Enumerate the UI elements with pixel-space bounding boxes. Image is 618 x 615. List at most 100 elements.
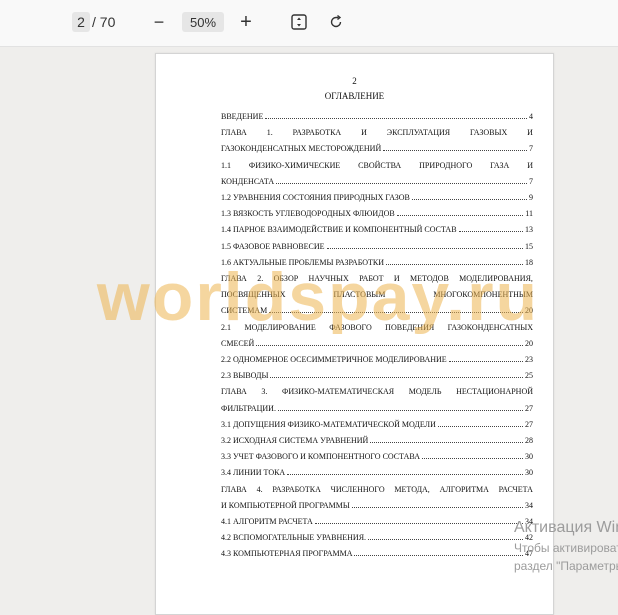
toc-entry-text: ГЛАВА 4. РАЗРАБОТКА ЧИСЛЕННОГО МЕТОДА, АЛГОРИ… [221, 484, 533, 494]
toc-entry-page: 15 [525, 241, 533, 251]
toc-entry: 1.1 ФИЗИКО-ХИМИЧЕСКИЕ СВОЙСТВА ПРИРОДНОГО ГА… [221, 158, 533, 170]
toc-leader-dots [276, 181, 527, 184]
toc-entry-text: 3.4 ЛИНИИ ТОКА [221, 468, 286, 478]
fit-page-button[interactable] [290, 12, 308, 32]
toc-entry-page: 20 [525, 306, 533, 316]
toc-leader-dots [354, 553, 523, 557]
activation-subtitle-1: Чтобы активировать Windows, перейдите в [514, 541, 618, 555]
toc-entry-text: 1.4 ПАРНОЕ ВЗАИМОДЕЙСТВИЕ И КОМПОНЕНТНЫЙ… [221, 225, 457, 235]
toc-entry-page: 27 [525, 403, 533, 413]
toc-entry-page: 27 [525, 419, 533, 429]
toc-entry: ПОСВЯЩЕННЫХ ПЛАСТОВЫМ МНОГОКОМПОНЕНТНЫМ [221, 287, 533, 299]
toc-entry: СИСТЕМАМ 20 [221, 303, 533, 315]
toc-leader-dots [458, 229, 523, 233]
toc-entry: И КОМПЬЮТЕРНОЙ ПРОГРАММЫ 34 [221, 498, 533, 510]
toc-entry-page: 23 [525, 355, 533, 364]
toc-entry-page: 30 [525, 452, 533, 462]
page-total-label: / 70 [92, 14, 116, 30]
toc-entry: 4.3 КОМПЬЮТЕРНАЯ ПРОГРАММА 47 [221, 546, 533, 558]
toc-entry-text: 3.3 УЧЕТ ФАЗОВОГО И КОМПОНЕНТНОГО СОСТАВ… [221, 452, 420, 462]
toc-entry-text: И КОМПЬЮТЕРНОЙ ПРОГРАММЫ [221, 500, 350, 510]
toc-entry-text: 1.3 ВЯЗКОСТЬ УГЛЕВОДОРОДНЫХ ФЛЮИДОВ [221, 209, 395, 219]
toc-leader-dots [277, 408, 523, 411]
activation-subtitle-2: раздел "Параметры". [514, 559, 618, 573]
toc-leader-dots [411, 197, 527, 200]
toc-entry: ГЛАВА 3. ФИЗИКО-МАТЕМАТИЧЕСКАЯ МОДЕЛЬ НЕСТАЦ… [221, 384, 533, 396]
toc-entry-page: 20 [525, 338, 533, 348]
toc-entry-text: 4.2 ВСПОМОГАТЕЛЬНЫЕ УРАВНЕНИЯ. [221, 533, 367, 543]
toc-entry-text: 3.2 ИСХОДНАЯ СИСТЕМА УРАВНЕНИЙ [221, 436, 369, 445]
toc-entry: 2.3 ВЫВОДЫ 25 [221, 368, 533, 380]
toc-entry-text: ГАЗОКОНДЕНСАТНЫХ МЕСТОРОЖДЕНИЙ [221, 144, 382, 154]
zoom-level-display[interactable]: 50% [182, 12, 224, 32]
toc-entry: 1.6 АКТУАЛЬНЫЕ ПРОБЛЕМЫ РАЗРАБОТКИ 18 [221, 255, 533, 267]
page-number-input[interactable]: 2 [72, 12, 90, 32]
toc-leader-dots [448, 359, 523, 362]
toc-entry-text: ГЛАВА 3. ФИЗИКО-МАТЕМАТИЧЕСКАЯ МОДЕЛЬ НЕСТАЦ… [221, 387, 533, 397]
toc-entry: 3.1 ДОПУЩЕНИЯ ФИЗИКО-МАТЕМАТИЧЕСКОЙ МОДЕ… [221, 417, 533, 429]
toc-entry: КОНДЕНСАТА 7 [221, 174, 533, 186]
toc-entry-text: ВВЕДЕНИЕ [221, 112, 264, 121]
zoom-in-button[interactable]: + [236, 11, 256, 33]
toc-entry-text: 1.5 ФАЗОВОЕ РАВНОВЕСИЕ [221, 241, 325, 251]
toc-entry-text: 4.3 КОМПЬЮТЕРНАЯ ПРОГРАММА [221, 549, 353, 559]
toc-entry: 1.4 ПАРНОЕ ВЗАИМОДЕЙСТВИЕ И КОМПОНЕНТНЫЙ… [221, 222, 533, 234]
toc-leader-dots [326, 246, 523, 249]
toc-entry: СМЕСЕЙ 20 [221, 336, 533, 348]
toc-entry: 1.3 ВЯЗКОСТЬ УГЛЕВОДОРОДНЫХ ФЛЮИДОВ 11 [221, 206, 533, 218]
toc-entry-page: 18 [525, 257, 533, 267]
toc-leader-dots [368, 537, 523, 541]
toc-leader-dots [270, 375, 523, 379]
toc-entry-text: ПОСВЯЩЕННЫХ ПЛАСТОВЫМ МНОГОКОМПОНЕНТНЫМ [221, 290, 533, 300]
toc-entry: ВВЕДЕНИЕ 4 [221, 109, 533, 121]
toc-leader-dots [256, 343, 523, 346]
toc-leader-dots [422, 456, 523, 460]
toc-entry-page: 25 [525, 371, 533, 381]
activation-title: Активация Windows [514, 519, 618, 536]
toc-entry-text: КОНДЕНСАТА [221, 176, 275, 186]
toc-entry-page: 9 [529, 193, 533, 202]
fit-page-icon [291, 14, 307, 30]
toc-entry-text: ГЛАВА 2. ОБЗОР НАУЧНЫХ РАБОТ И МЕТОДОВ МОДЕЛИРО… [221, 274, 533, 283]
toc-leader-dots [370, 440, 523, 443]
toc-entry-page: 4 [529, 112, 533, 121]
windows-activation-notice: Активация Windows Чтобы активировать Win… [514, 519, 618, 573]
toc-entry: 4.1 АЛГОРИТМ РАСЧЕТА 34 [221, 514, 533, 526]
toc-heading: ОГЛАВЛЕНИЕ [324, 91, 385, 101]
toc-entry-page: 28 [525, 436, 533, 445]
toc-entry-text: 2.2 ОДНОМЕРНОЕ ОСЕСИММЕТРИЧНОЕ МОДЕЛИРОВ… [221, 355, 447, 364]
toc-entry-text: 2.1 МОДЕЛИРОВАНИЕ ФАЗОВОГО ПОВЕДЕНИЯ ГАЗОКОН… [221, 322, 533, 332]
toc-leader-dots [437, 424, 523, 427]
toc-entry: 3.3 УЧЕТ ФАЗОВОГО И КОМПОНЕНТНОГО СОСТАВ… [221, 449, 533, 461]
toc-entry: 3.2 ИСХОДНАЯ СИСТЕМА УРАВНЕНИЙ 28 [221, 433, 533, 445]
toc-entry-text: 4.1 АЛГОРИТМ РАСЧЕТА [221, 517, 313, 526]
rotate-icon [330, 14, 342, 28]
toc-entry: 2.2 ОДНОМЕРНОЕ ОСЕСИММЕТРИЧНОЕ МОДЕЛИРОВ… [221, 352, 533, 364]
toc-entry-text: 3.1 ДОПУЩЕНИЯ ФИЗИКО-МАТЕМАТИЧЕСКОЙ МОДЕ… [221, 419, 436, 429]
toc-leader-dots [314, 521, 523, 524]
rotate-button[interactable] [327, 12, 345, 32]
toc-entry-page: 30 [525, 468, 533, 478]
toc-entry-page: 34 [525, 500, 533, 510]
toc-entry: ГАЗОКОНДЕНСАТНЫХ МЕСТОРОЖДЕНИЙ 7 [221, 141, 533, 153]
toc-entry: 4.2 ВСПОМОГАТЕЛЬНЫЕ УРАВНЕНИЯ. 42 [221, 530, 533, 542]
toc-entry-text: ГЛАВА 1. РАЗРАБОТКА И ЭКСПЛУАТАЦИЯ ГАЗОВЫХ И [221, 128, 533, 138]
toc-entry-text: СИСТЕМАМ [221, 306, 268, 316]
toc-entry: ГЛАВА 1. РАЗРАБОТКА И ЭКСПЛУАТАЦИЯ ГАЗОВЫХ И [221, 125, 533, 137]
zoom-out-button[interactable]: − [150, 12, 168, 32]
toc-entry-page: 7 [529, 176, 533, 186]
toc-entry-text: 1.1 ФИЗИКО-ХИМИЧЕСКИЕ СВОЙСТВА ПРИРОДНОГО ГА… [221, 160, 533, 170]
toc-entry: 3.4 ЛИНИИ ТОКА 30 [221, 465, 533, 477]
toc-entry: ГЛАВА 2. ОБЗОР НАУЧНЫХ РАБОТ И МЕТОДОВ МОДЕЛИРО… [221, 271, 533, 283]
toc-entry: 2.1 МОДЕЛИРОВАНИЕ ФАЗОВОГО ПОВЕДЕНИЯ ГАЗОКОН… [221, 320, 533, 332]
toc-leader-dots [265, 116, 527, 119]
toc-entry-page: 7 [529, 144, 533, 154]
toc-leader-dots [386, 262, 523, 265]
toc-entry-text: 1.2 УРАВНЕНИЯ СОСТОЯНИЯ ПРИРОДНЫХ ГАЗОВ [221, 193, 410, 202]
page-header-number: 2 [352, 76, 357, 86]
toc-leader-dots [351, 505, 523, 508]
toc-entry-text: 2.3 ВЫВОДЫ [221, 371, 269, 381]
toc-leader-dots [396, 213, 524, 217]
toc-leader-dots [287, 472, 523, 476]
pdf-toolbar: 2 / 70 − 50% + [0, 0, 618, 47]
